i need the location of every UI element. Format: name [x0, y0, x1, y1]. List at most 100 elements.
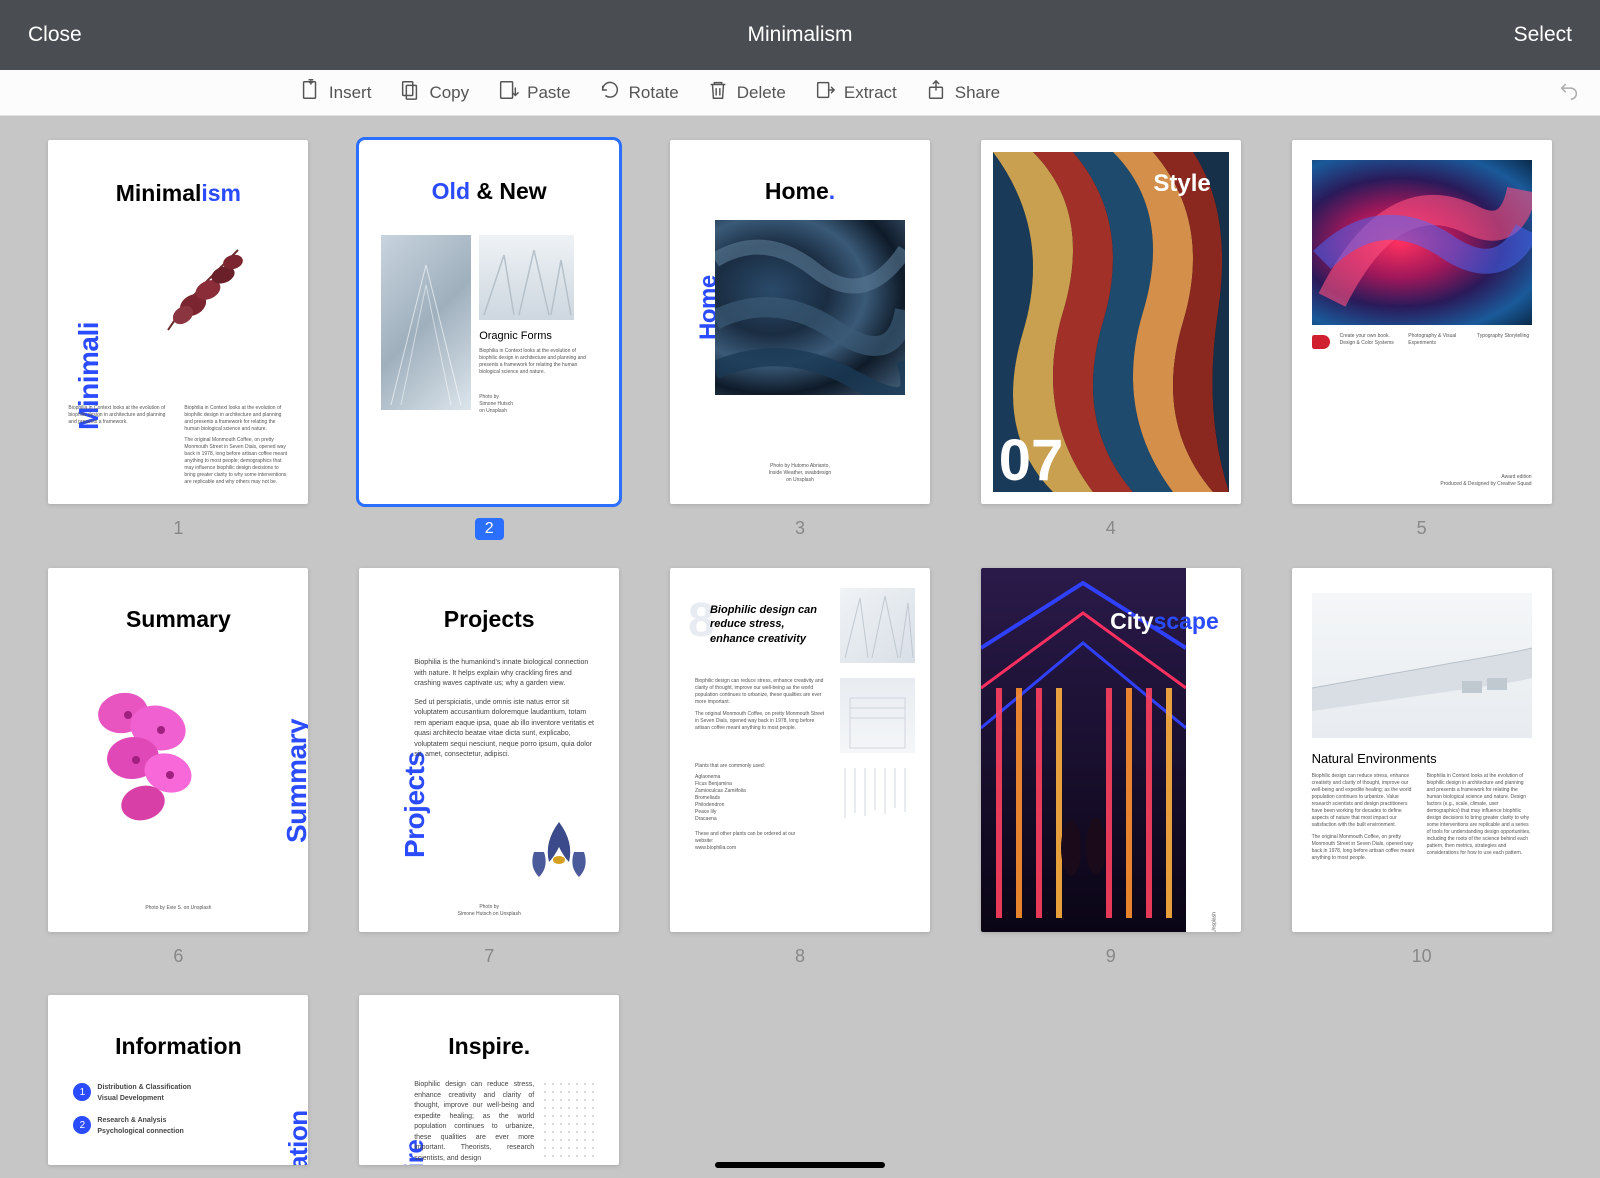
row-b: Visual Development: [97, 1094, 191, 1105]
page-cell: Natural Environments Biophilic design ca…: [1291, 568, 1552, 967]
slide-credit-3: on Unsplash: [479, 408, 594, 415]
slide-foot-2: www.biophilia.com: [695, 845, 815, 852]
page-thumbnail-7[interactable]: Projects Projects Biophilia is the human…: [359, 568, 619, 932]
slide-body-right-1: Biophilia in Context looks at the evolut…: [184, 405, 288, 433]
page-thumbnail-9[interactable]: Cityscape Photo by Simone Hutsch on Unsp…: [981, 568, 1241, 932]
page-number: 10: [1412, 946, 1432, 967]
logo-icon: [1312, 335, 1330, 349]
slide-title-post: ism: [201, 180, 241, 206]
page-number: 4: [1106, 518, 1116, 539]
abstract-photo: [715, 220, 905, 395]
extract-label: Extract: [844, 83, 897, 103]
page-cell: Inspire. ire Biophilic design can reduce…: [359, 995, 620, 1165]
home-indicator: [715, 1162, 885, 1168]
slide-title: Inspire.: [359, 995, 619, 1060]
page-number: 7: [484, 946, 494, 967]
select-button[interactable]: Select: [1514, 23, 1572, 47]
footer-1: Award edition: [1440, 474, 1531, 481]
dot-matrix: [541, 1080, 601, 1160]
slide-credit: Photo by Evie S. on Unsplash: [48, 905, 308, 912]
slide-p1: Biophilia is the humankind's innate biol…: [414, 658, 594, 690]
slide-title-pre: Minimal: [116, 180, 202, 206]
page-cell: Home. Home Photo by Hutomo Abrianto, Ins…: [670, 140, 931, 540]
slide-side-text: Projects: [399, 752, 431, 859]
slide-big-number: 07: [999, 432, 1064, 490]
page-cell: 8 Biophilic design can reduce stress, en…: [670, 568, 931, 967]
caption-2: Photography & Visual Experiments: [1408, 333, 1463, 347]
slide-credit-2: Inside Weather, swabdesign: [670, 470, 930, 477]
col1b: The original Monmouth Coffee, on pretty …: [1312, 834, 1417, 862]
page-cell: Cityscape Photo by Simone Hutsch on Unsp…: [980, 568, 1241, 967]
slide-p2: Sed ut perspiciatis, unde omnis iste nat…: [414, 698, 594, 761]
slide-quote: Biophilic design can reduce stress, enha…: [710, 603, 825, 646]
row-a: Distribution & Classification: [97, 1083, 191, 1094]
document-title: Minimalism: [0, 23, 1600, 47]
page-number: 6: [173, 946, 183, 967]
row-num: 1: [73, 1083, 91, 1101]
page-cell: Style 07 4: [980, 140, 1241, 540]
arch-img-3: [840, 768, 915, 828]
slide-title-mid: & New: [470, 178, 547, 204]
page-cell: Create your own book. Design & Color Sys…: [1291, 140, 1552, 540]
slide-body-right-2: The original Monmouth Coffee, on pretty …: [184, 437, 288, 486]
page-number: 8: [795, 946, 805, 967]
arch-photo-1: [381, 235, 471, 410]
share-icon: [925, 79, 947, 106]
page-grid: Minimalism Minimali Biophilia in Context…: [48, 140, 1552, 1165]
page-thumbnail-12[interactable]: Inspire. ire Biophilic design can reduce…: [359, 995, 619, 1165]
slide-title: Summary: [48, 568, 308, 633]
page-thumbnail-10[interactable]: Natural Environments Biophilic design ca…: [1292, 568, 1552, 932]
footer-2: Produced & Designed by Creative Squad: [1440, 481, 1531, 488]
paste-button[interactable]: Paste: [497, 79, 570, 106]
extract-button[interactable]: Extract: [814, 79, 897, 106]
wing-photo: [1312, 593, 1532, 738]
row-num: 2: [73, 1116, 91, 1134]
page-thumbnail-3[interactable]: Home. Home Photo by Hutomo Abrianto, Ins…: [670, 140, 930, 504]
page-number: 1: [173, 518, 183, 539]
undo-button[interactable]: [1558, 79, 1580, 106]
delete-label: Delete: [737, 83, 786, 103]
page-thumbnail-11[interactable]: Information ation 1 Distribution & Class…: [48, 995, 308, 1165]
row-a: Research & Analysis: [97, 1116, 183, 1127]
share-label: Share: [955, 83, 1000, 103]
leaf-illustration: [138, 230, 258, 350]
page-thumbnail-1[interactable]: Minimalism Minimali Biophilia in Context…: [48, 140, 308, 504]
toolbar: Insert Copy Paste Rotate Delete Extract …: [0, 70, 1600, 116]
row-b: Psychological connection: [97, 1127, 183, 1138]
close-button[interactable]: Close: [28, 23, 82, 47]
delete-button[interactable]: Delete: [707, 79, 786, 106]
slide-foot-1: These and other plants can be ordered at…: [695, 831, 815, 845]
page-thumbnail-8[interactable]: 8 Biophilic design can reduce stress, en…: [670, 568, 930, 932]
title-bar: Close Minimalism Select: [0, 0, 1600, 70]
rotate-icon: [599, 79, 621, 106]
insert-button[interactable]: Insert: [299, 79, 372, 106]
slide-title: Style: [1153, 170, 1210, 198]
slide-body: Biophilia in Context looks at the evolut…: [479, 348, 594, 376]
slide-title: Home: [765, 178, 829, 204]
page-thumbnail-6[interactable]: Summary Summary Photo by Evie S. on Unsp…: [48, 568, 308, 932]
slide-credit-1: Photo by: [359, 904, 619, 911]
slide-side-text: ation: [283, 1110, 308, 1165]
abstract-light: [1312, 160, 1532, 325]
col2: Biophilia in Context looks at the evolut…: [1427, 773, 1532, 862]
rotate-button[interactable]: Rotate: [599, 79, 679, 106]
iris-illustration: [514, 812, 604, 892]
page-thumbnail-5[interactable]: Create your own book. Design & Color Sys…: [1292, 140, 1552, 504]
slide-title-dot: .: [829, 178, 835, 204]
page-number: 9: [1106, 946, 1116, 967]
orchid-illustration: [73, 663, 223, 843]
share-button[interactable]: Share: [925, 79, 1000, 106]
copy-label: Copy: [429, 83, 469, 103]
arch-img-1: [840, 588, 915, 663]
slide-credit-2: Simone Hutsch on Unsplash: [359, 911, 619, 918]
slide-p2: The original Monmouth Coffee, on pretty …: [695, 711, 825, 732]
page-thumbnail-4[interactable]: Style 07: [981, 140, 1241, 504]
col1a: Biophilic design can reduce stress, enha…: [1312, 773, 1417, 829]
page-thumbnail-2[interactable]: Old & New Oragnic Forms Biophilia in Con…: [359, 140, 619, 504]
rotate-label: Rotate: [629, 83, 679, 103]
slide-body-left: Biophilia in Context looks at the evolut…: [68, 405, 172, 486]
slide-title: Projects: [359, 568, 619, 633]
copy-button[interactable]: Copy: [399, 79, 469, 106]
slide-title-post: scape: [1154, 608, 1219, 634]
arch-photo-2: [479, 235, 574, 320]
